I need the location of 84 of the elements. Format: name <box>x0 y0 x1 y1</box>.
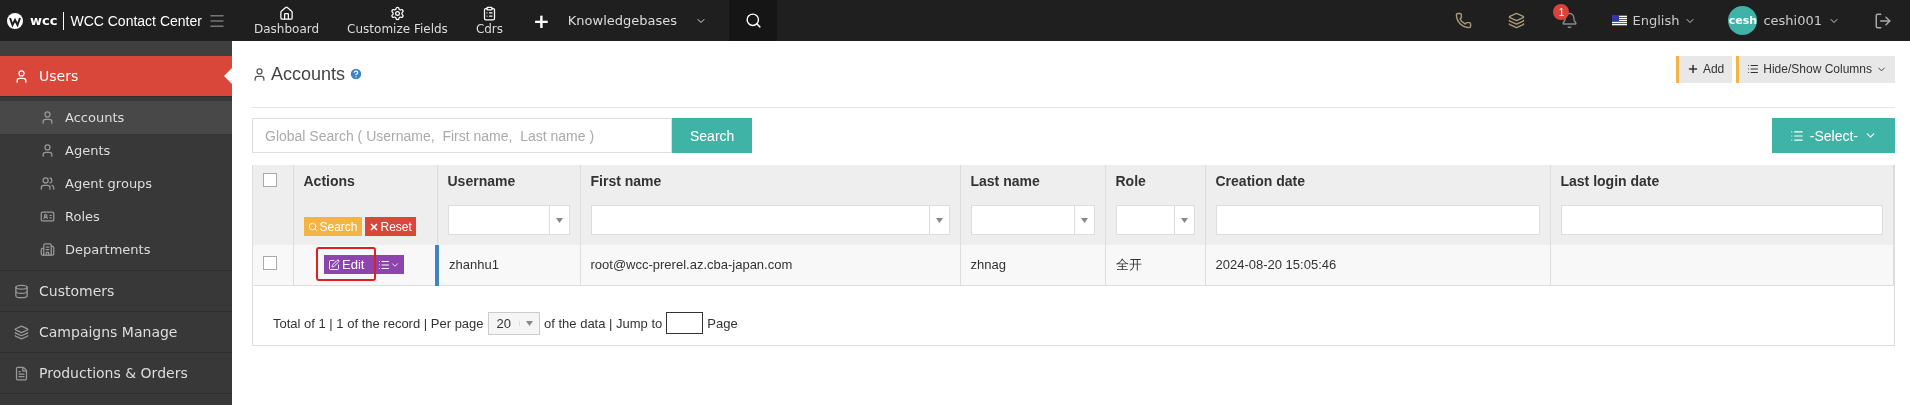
column-header: Role <box>1115 173 1147 191</box>
app-title: WCC Contact Center <box>70 12 202 29</box>
logo-text: wcc <box>30 13 58 28</box>
building-icon <box>40 242 55 257</box>
sidebar-item[interactable]: Productions & Orders <box>0 353 232 394</box>
column-header: Username <box>447 173 517 191</box>
sidebar-item[interactable]: Customers <box>0 271 232 312</box>
pagination-text: Page <box>707 315 738 331</box>
sidebar-item[interactable]: Users <box>0 56 232 97</box>
sidebar-subitem[interactable]: Roles <box>0 200 232 233</box>
caret-icon <box>935 217 943 223</box>
filter-field[interactable] <box>1215 205 1540 235</box>
logo-icon <box>6 11 24 30</box>
search-icon <box>307 221 318 232</box>
columns-button[interactable]: Hide/Show Columns <box>1736 55 1895 83</box>
page-title: Accounts <box>271 63 346 85</box>
search-button[interactable] <box>729 0 778 41</box>
pagination-text: of the data | Jump to <box>544 315 663 331</box>
filter-select[interactable] <box>590 205 950 235</box>
list-icon <box>1789 128 1804 143</box>
filter-select[interactable] <box>970 205 1095 235</box>
list-icon <box>1747 63 1760 75</box>
document-icon <box>14 365 29 381</box>
edit-icon <box>328 258 341 271</box>
help-icon[interactable] <box>349 67 364 81</box>
column-header: Last name <box>970 173 1041 191</box>
sidebar-subitem[interactable]: Agents <box>0 134 232 167</box>
table-cell: 2024-08-20 15:05:46 <box>1205 245 1550 285</box>
active-pointer <box>224 68 232 84</box>
notification-badge: 1 <box>1553 4 1570 20</box>
database-icon <box>14 283 29 299</box>
phone-icon <box>1455 12 1473 29</box>
filter-select[interactable] <box>1115 205 1195 235</box>
home-icon <box>279 5 295 21</box>
column-header: Actions <box>303 173 356 191</box>
table-cell: zhanhu1 <box>437 245 580 285</box>
sidebar-subitem[interactable]: Agent groups <box>0 167 232 200</box>
users-icon <box>40 176 55 191</box>
logout-icon <box>1874 11 1892 30</box>
nav-item[interactable]: Cdrs <box>461 5 518 36</box>
table-cell: root@wcc-prerel.az.cba-japan.com <box>580 245 960 285</box>
nav-menu[interactable]: + Knowledgebases <box>517 8 724 33</box>
nav-item[interactable]: Dashboard <box>240 5 334 36</box>
caret-icon <box>1180 217 1188 223</box>
caret-icon <box>1080 217 1088 223</box>
pagination-text: Total of 1 | 1 of the record | Per page <box>273 315 484 331</box>
column-header: Last login date <box>1560 173 1661 191</box>
notifications-button[interactable]: 1 <box>1543 0 1597 41</box>
filter-reset-button[interactable]: Reset <box>364 217 416 236</box>
per-page-select[interactable]: 20 <box>487 311 540 335</box>
add-button[interactable]: Add <box>1675 55 1733 83</box>
user-icon <box>40 110 55 125</box>
nav-item[interactable]: Customize Fields <box>333 5 462 36</box>
user-icon <box>252 66 267 82</box>
list-icon <box>378 258 391 271</box>
sidebar-subitem[interactable]: Departments <box>0 233 232 266</box>
user-icon <box>14 68 29 84</box>
language-menu[interactable]: English <box>1596 13 1713 28</box>
id-card-icon <box>40 209 55 224</box>
layers-icon <box>14 324 29 340</box>
column-header: Creation date <box>1215 173 1306 191</box>
checkbox[interactable] <box>263 173 277 187</box>
layers-icon <box>1508 12 1526 29</box>
search-icon <box>744 12 762 29</box>
column-header: First name <box>590 173 663 191</box>
avatar: cesh <box>1728 6 1758 35</box>
caret-icon <box>526 320 533 326</box>
plus-icon <box>1686 63 1699 75</box>
search-field[interactable]: Global Search ( Username, First name, Last name ) <box>252 118 672 153</box>
flag-icon <box>1612 15 1628 26</box>
user-icon <box>40 143 55 158</box>
checkbox[interactable] <box>263 256 277 271</box>
filter-field[interactable] <box>1560 205 1883 235</box>
table-cell: zhnag <box>960 245 1105 285</box>
sidebar-subitem[interactable]: Accounts <box>0 101 232 134</box>
caret-icon <box>555 217 563 223</box>
table-cell: 全开 <box>1105 245 1205 285</box>
filter-select[interactable] <box>447 205 570 235</box>
sidebar-item[interactable]: Campaigns Manage <box>0 312 232 353</box>
user-menu[interactable]: cesh ceshi001 <box>1712 6 1856 35</box>
settings-icon <box>390 5 405 21</box>
page-field[interactable] <box>666 312 704 334</box>
close-icon <box>368 221 379 232</box>
clipboard-icon <box>481 5 497 21</box>
